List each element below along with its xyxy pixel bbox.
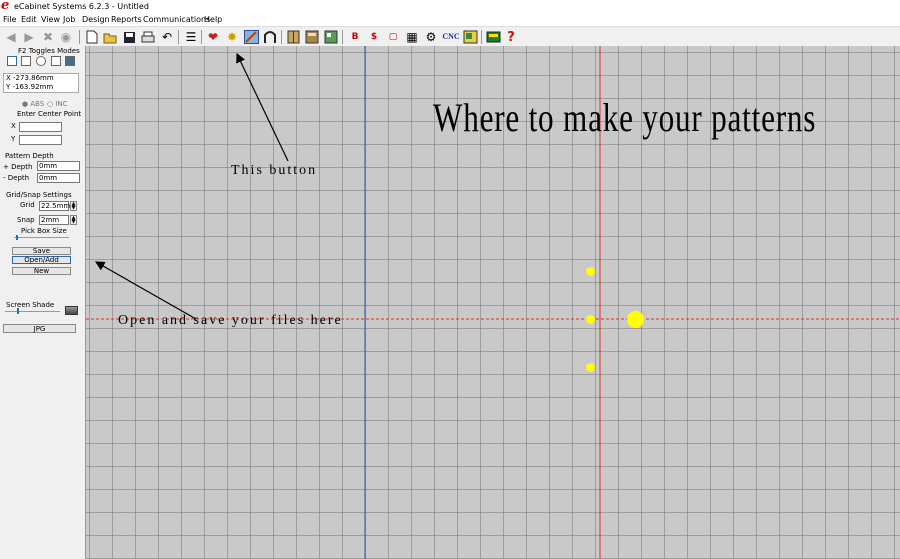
jpg-button[interactable]: JPG	[3, 324, 76, 333]
center-point-title: Enter Center Point	[17, 110, 82, 118]
refresh-icon[interactable]: ◉	[58, 29, 74, 45]
arch-door-icon[interactable]	[262, 29, 278, 45]
stop-icon[interactable]: ✖	[40, 29, 56, 45]
coordinate-readout: X -273.86mm Y -163.92mm	[3, 73, 79, 93]
cnc-button[interactable]: CNC	[441, 29, 461, 45]
center-x-label: X	[11, 122, 16, 130]
pattern-editor-icon[interactable]	[243, 29, 259, 45]
annotation-open-save: Open and save your files here	[118, 313, 343, 328]
open-folder-icon[interactable]	[102, 29, 118, 45]
save-disk-icon[interactable]	[121, 29, 137, 45]
snap-stepper[interactable]: ▲ ▼	[70, 215, 77, 225]
menu-job[interactable]: Job	[63, 15, 75, 24]
drawing-canvas[interactable]: Where to make your patterns This button …	[86, 46, 900, 559]
menu-bar: File Edit View Job Design Reports Commun…	[0, 14, 900, 26]
cabinet-icon[interactable]	[285, 29, 301, 45]
layout-grid-icon[interactable]	[323, 29, 339, 45]
minus-depth-label: - Depth	[3, 174, 30, 182]
toolbar-divider	[481, 30, 482, 44]
readout-y: Y -163.92mm	[6, 83, 54, 91]
grid-input[interactable]: 22.5mm	[39, 201, 70, 211]
open-add-button[interactable]: Open/Add	[12, 256, 71, 264]
toolbar-divider	[342, 30, 343, 44]
grid-label: Grid	[20, 201, 35, 209]
inc-radio[interactable]: ○ INC	[47, 100, 68, 108]
snap-input[interactable]: 2mm	[39, 215, 69, 225]
back-arrow-icon[interactable]: ◀	[3, 29, 19, 45]
menu-help[interactable]: Help	[204, 15, 222, 24]
toolbar-divider	[281, 30, 282, 44]
plus-depth-input[interactable]: 0mm	[37, 161, 80, 171]
marker-dot[interactable]	[586, 267, 595, 276]
screen-display-icon[interactable]	[485, 29, 501, 45]
abs-radio[interactable]: ● ABS	[22, 100, 44, 108]
left-panel: F2 Toggles Modes X -273.86mm Y -163.92mm…	[0, 46, 86, 559]
select-pointer-icon[interactable]	[7, 56, 17, 66]
shade-preview-swatch	[65, 306, 78, 315]
print-icon[interactable]	[140, 29, 156, 45]
abs-label: ABS	[30, 100, 45, 108]
color-scheme-icon[interactable]	[462, 29, 478, 45]
menu-communications[interactable]: Communications	[143, 15, 210, 24]
machine-icon[interactable]: ⚙	[423, 29, 439, 45]
screen-shade-thumb[interactable]	[17, 308, 19, 314]
readout-x: X -273.86mm	[6, 74, 54, 82]
pickbox-label: Pick Box Size	[21, 227, 67, 235]
cabinet-list-icon[interactable]	[304, 29, 320, 45]
pickbox-slider-thumb[interactable]	[16, 235, 18, 240]
circle-tool-icon[interactable]	[36, 56, 46, 66]
center-y-label: Y	[11, 135, 16, 143]
app-logo-icon: e	[1, 0, 10, 13]
pattern-depth-title: Pattern Depth	[5, 152, 54, 160]
toolbar-divider	[79, 30, 80, 44]
screen-shade-slider[interactable]	[5, 311, 60, 312]
help-icon[interactable]: ?	[503, 29, 519, 45]
undo-icon[interactable]: ↶	[159, 29, 175, 45]
view-eye-icon[interactable]	[65, 56, 75, 66]
center-x-input[interactable]	[19, 122, 62, 132]
materials-icon[interactable]: ❤	[205, 29, 221, 45]
menu-file[interactable]: File	[3, 15, 16, 24]
inc-label: INC	[55, 100, 68, 108]
marker-dot[interactable]	[586, 363, 595, 372]
rectangle-tool-icon[interactable]	[21, 56, 31, 66]
large-marker-dot[interactable]	[627, 311, 644, 328]
save-button[interactable]: Save	[12, 247, 71, 255]
canvas-heading: Where to make your patterns	[433, 95, 817, 140]
new-file-icon[interactable]	[84, 29, 100, 45]
menu-reports[interactable]: Reports	[111, 15, 142, 24]
annotation-this-button: This button	[231, 163, 318, 178]
arrow-to-button	[236, 52, 289, 162]
snap-label: Snap	[17, 216, 35, 224]
title-bar: e eCabinet Systems 6.2.3 - Untitled	[0, 0, 900, 14]
menu-edit[interactable]: Edit	[21, 15, 37, 24]
settings-sliders-icon[interactable]: ☰	[183, 29, 199, 45]
menu-design[interactable]: Design	[82, 15, 110, 24]
toggles-title: F2 Toggles Modes	[18, 47, 80, 55]
report-icon[interactable]: B	[347, 29, 363, 45]
minus-depth-input[interactable]: 0mm	[37, 173, 80, 183]
grid-snap-title: Grid/Snap Settings	[6, 191, 72, 199]
toolbar: ◀ ▶ ✖ ◉ ↶ ☰ ❤ ✸ B $ ▢ ▦ ⚙ CNC ?	[0, 26, 900, 48]
pickbox-slider[interactable]	[14, 237, 69, 238]
rotate-tool-icon[interactable]	[51, 56, 61, 66]
grid-stepper[interactable]: ▲ ▼	[70, 201, 77, 211]
menu-view[interactable]: View	[41, 15, 60, 24]
toolbar-divider	[201, 30, 202, 44]
cut-list-icon[interactable]: ▢	[385, 29, 401, 45]
arrow-to-files	[94, 261, 197, 320]
cost-report-icon[interactable]: $	[366, 29, 382, 45]
window-title: eCabinet Systems 6.2.3 - Untitled	[14, 2, 149, 11]
center-y-input[interactable]	[19, 135, 62, 145]
optimize-icon[interactable]: ▦	[404, 29, 420, 45]
toolbar-divider	[178, 30, 179, 44]
new-button[interactable]: New	[12, 267, 71, 275]
plus-depth-label: + Depth	[3, 163, 33, 171]
screen-shade-label: Screen Shade	[6, 301, 55, 309]
marker-dot[interactable]	[586, 315, 595, 324]
wizard-icon[interactable]: ✸	[224, 29, 240, 45]
forward-arrow-icon[interactable]: ▶	[21, 29, 37, 45]
